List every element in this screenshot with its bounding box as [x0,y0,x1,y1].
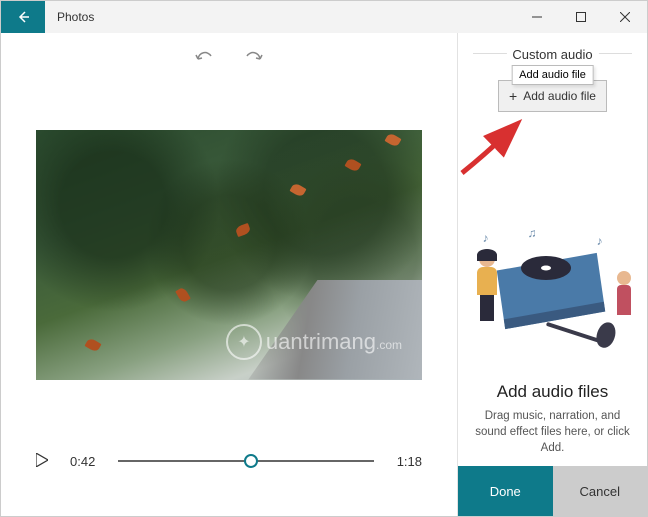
title-bar: Photos [1,1,647,33]
app-title: Photos [45,1,515,33]
music-note-icon: ♫ [528,226,537,240]
audio-sidebar: Custom audio Add audio file + Add audio … [457,33,647,516]
watermark-text: uantrimang [266,329,376,354]
window-controls [515,1,647,33]
minimize-icon [532,12,542,22]
back-button[interactable] [1,1,45,33]
seek-track[interactable] [118,451,374,471]
editor-pane: ✦ uantrimang.com 0:42 1:18 [1,33,457,516]
plus-icon: + [509,88,517,104]
video-preview-area: ✦ uantrimang.com [1,83,457,426]
music-note-icon: ♪ [597,234,603,248]
watermark-sub: .com [376,338,402,352]
music-note-icon: ♪ [483,231,489,245]
seek-handle[interactable] [244,454,258,468]
sidebar-actions: Done Cancel [458,466,647,516]
empty-state[interactable]: ♪ ♫ ♪ Add audio files Drag music, narrat… [458,112,647,466]
add-audio-button-label: Add audio file [523,89,596,103]
player-controls: 0:42 1:18 [1,426,457,516]
add-audio-tooltip: Add audio file [511,65,594,85]
back-arrow-icon [15,9,31,25]
current-time-label: 0:42 [70,454,104,469]
total-time-label: 1:18 [388,454,422,469]
undo-redo-bar [1,33,457,83]
audio-illustration: ♪ ♫ ♪ [473,226,633,366]
close-icon [620,12,630,22]
undo-icon [194,48,214,64]
person-illustration-icon [617,271,631,315]
record-disc-icon [521,256,571,280]
maximize-icon [576,12,586,22]
watermark-logo-icon: ✦ [226,324,262,360]
redo-button[interactable] [244,48,264,69]
empty-state-subtext: Drag music, narration, and sound effect … [473,408,632,456]
microphone-head-icon [593,320,618,350]
close-button[interactable] [603,1,647,33]
section-title: Custom audio [506,47,598,62]
play-button[interactable] [36,453,56,470]
person-illustration-icon [473,251,501,321]
cancel-button[interactable]: Cancel [553,466,648,516]
watermark: ✦ uantrimang.com [226,324,402,360]
empty-state-heading: Add audio files [497,382,609,402]
undo-button[interactable] [194,48,214,69]
sidebar-header: Custom audio Add audio file + Add audio … [458,33,647,112]
play-icon [36,453,48,467]
done-button[interactable]: Done [458,466,553,516]
maximize-button[interactable] [559,1,603,33]
minimize-button[interactable] [515,1,559,33]
microphone-icon [545,322,603,344]
video-preview[interactable]: ✦ uantrimang.com [36,130,422,380]
redo-icon [244,48,264,64]
